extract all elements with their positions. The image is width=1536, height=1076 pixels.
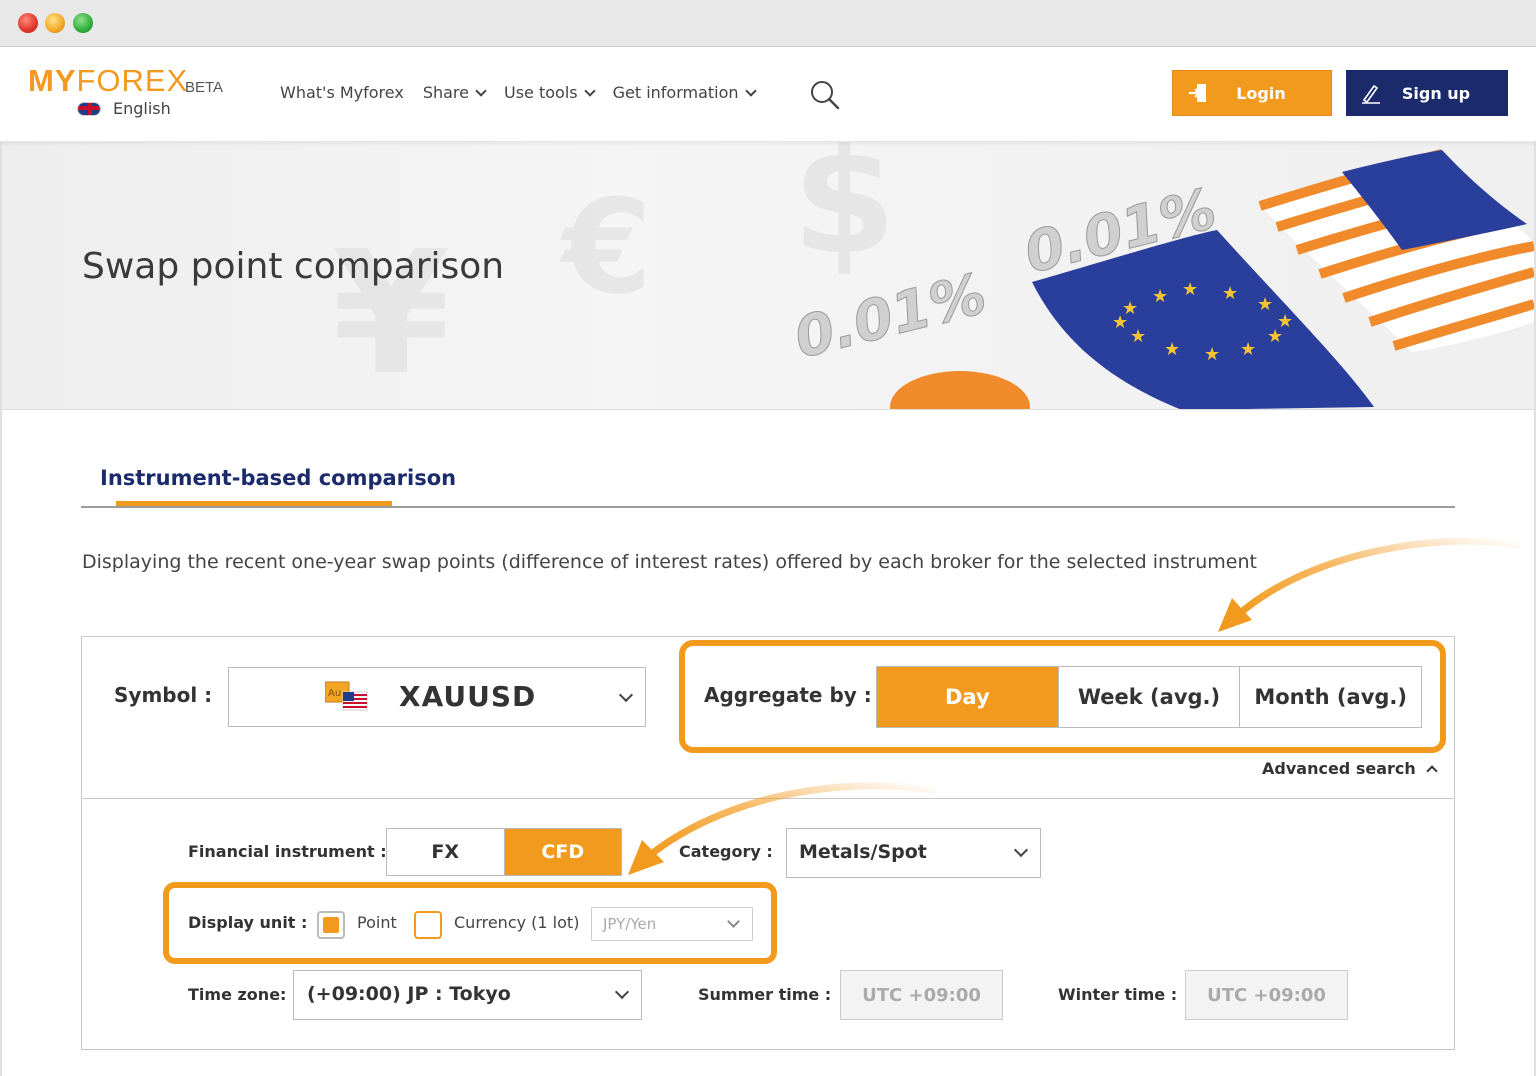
language-label: English: [113, 99, 171, 118]
symbol-value: XAUUSD: [399, 680, 537, 713]
tab-divider: [81, 506, 1455, 508]
nav-use-tools[interactable]: Use tools: [503, 83, 596, 102]
nav-label: Use tools: [503, 83, 578, 102]
page-title: Swap point comparison: [82, 246, 505, 287]
svg-text:★: ★: [1240, 339, 1256, 360]
display-unit-highlight-box: [163, 882, 777, 964]
signup-button[interactable]: Sign up: [1346, 70, 1508, 116]
summer-time-label: Summer time :: [698, 985, 832, 1004]
maximize-window-icon[interactable]: [73, 13, 93, 33]
chevron-down-icon: [744, 84, 757, 97]
gold-flag-text: Au: [328, 688, 341, 699]
nav-get-information[interactable]: Get information: [612, 83, 757, 102]
signup-label: Sign up: [1401, 83, 1471, 103]
chevron-down-icon: [1013, 842, 1029, 858]
panel-divider: [81, 798, 1455, 799]
language-selector[interactable]: English: [77, 99, 171, 118]
myforex-logo[interactable]: MYFOREX BETA: [28, 63, 223, 99]
chevron-down-icon: [618, 687, 634, 703]
gold-usd-flag-icon: Au: [325, 681, 368, 711]
winter-time-field: UTC +09:00: [1185, 970, 1348, 1020]
logo-forex-text: FOREX: [76, 63, 189, 98]
symbol-select[interactable]: Au XAUUSD: [228, 667, 646, 727]
chevron-down-icon: [583, 84, 596, 97]
hero-banner: ¥ € $ ★ ★ ★ ★ ★ ★ ★ ★ ★ ★ ★ ★ 0.01% 0.01%: [2, 142, 1534, 410]
chevron-down-icon: [614, 984, 630, 1000]
close-window-icon[interactable]: [18, 13, 38, 33]
tab-instrument-comparison[interactable]: Instrument-based comparison: [100, 466, 456, 490]
instrument-fx-button[interactable]: FX: [387, 829, 504, 875]
description-text: Displaying the recent one-year swap poin…: [82, 551, 1257, 573]
timezone-select[interactable]: (+09:00) JP : Tokyo: [293, 970, 642, 1020]
nav-label: What's Myforex: [280, 83, 404, 102]
search-icon[interactable]: [810, 80, 840, 110]
summer-time-field: UTC +09:00: [840, 970, 1003, 1020]
chevron-down-icon: [475, 84, 487, 97]
euro-symbol: €: [559, 171, 652, 323]
svg-text:★: ★: [1257, 294, 1273, 315]
category-select[interactable]: Metals/Spot: [786, 828, 1041, 878]
nav-share[interactable]: Share: [422, 83, 487, 102]
nav-label: Get information: [612, 83, 739, 102]
winter-time-label: Winter time :: [1058, 985, 1178, 1004]
yen-symbol: ¥: [332, 215, 450, 410]
svg-text:★: ★: [1152, 286, 1168, 307]
browser-titlebar: [0, 0, 1536, 47]
svg-text:★: ★: [1222, 283, 1238, 304]
financial-instrument-toggle: FX CFD: [386, 828, 622, 876]
svg-text:★: ★: [1182, 279, 1198, 300]
svg-text:★: ★: [1112, 312, 1128, 333]
advanced-search-toggle[interactable]: Advanced search: [1262, 759, 1438, 778]
svg-text:★: ★: [1164, 339, 1180, 360]
login-label: Login: [1236, 83, 1286, 103]
svg-text:★: ★: [1130, 326, 1146, 347]
logo-beta-text: BETA: [185, 79, 224, 96]
uk-flag-icon: [77, 101, 101, 116]
svg-text:★: ★: [1204, 344, 1220, 365]
aggregate-highlight-box: [679, 640, 1446, 753]
logo-my-text: MY: [28, 63, 77, 98]
instrument-cfd-button[interactable]: CFD: [503, 829, 621, 875]
chevron-up-icon: [1426, 764, 1438, 777]
advanced-search-label: Advanced search: [1262, 759, 1416, 778]
symbol-label: Symbol :: [114, 683, 213, 707]
dollar-symbol: $: [792, 142, 896, 288]
nav-whats-myforex[interactable]: What's Myforex: [280, 83, 404, 102]
login-button[interactable]: Login: [1172, 70, 1332, 116]
minimize-window-icon[interactable]: [45, 13, 65, 33]
svg-text:★: ★: [1267, 326, 1283, 347]
category-label: Category :: [679, 842, 773, 861]
category-value: Metals/Spot: [799, 841, 927, 863]
pen-icon: [1362, 84, 1380, 104]
timezone-label: Time zone:: [188, 985, 287, 1004]
nav-label: Share: [422, 83, 469, 102]
login-icon: [1189, 84, 1206, 102]
site-header: MYFOREX BETA English What's Myforex Shar…: [0, 47, 1536, 142]
financial-instrument-label: Financial instrument :: [188, 842, 387, 861]
orange-disc: [890, 371, 1030, 409]
main-nav: What's Myforex Share Use tools Get infor…: [280, 83, 774, 102]
timezone-value: (+09:00) JP : Tokyo: [307, 983, 511, 1005]
